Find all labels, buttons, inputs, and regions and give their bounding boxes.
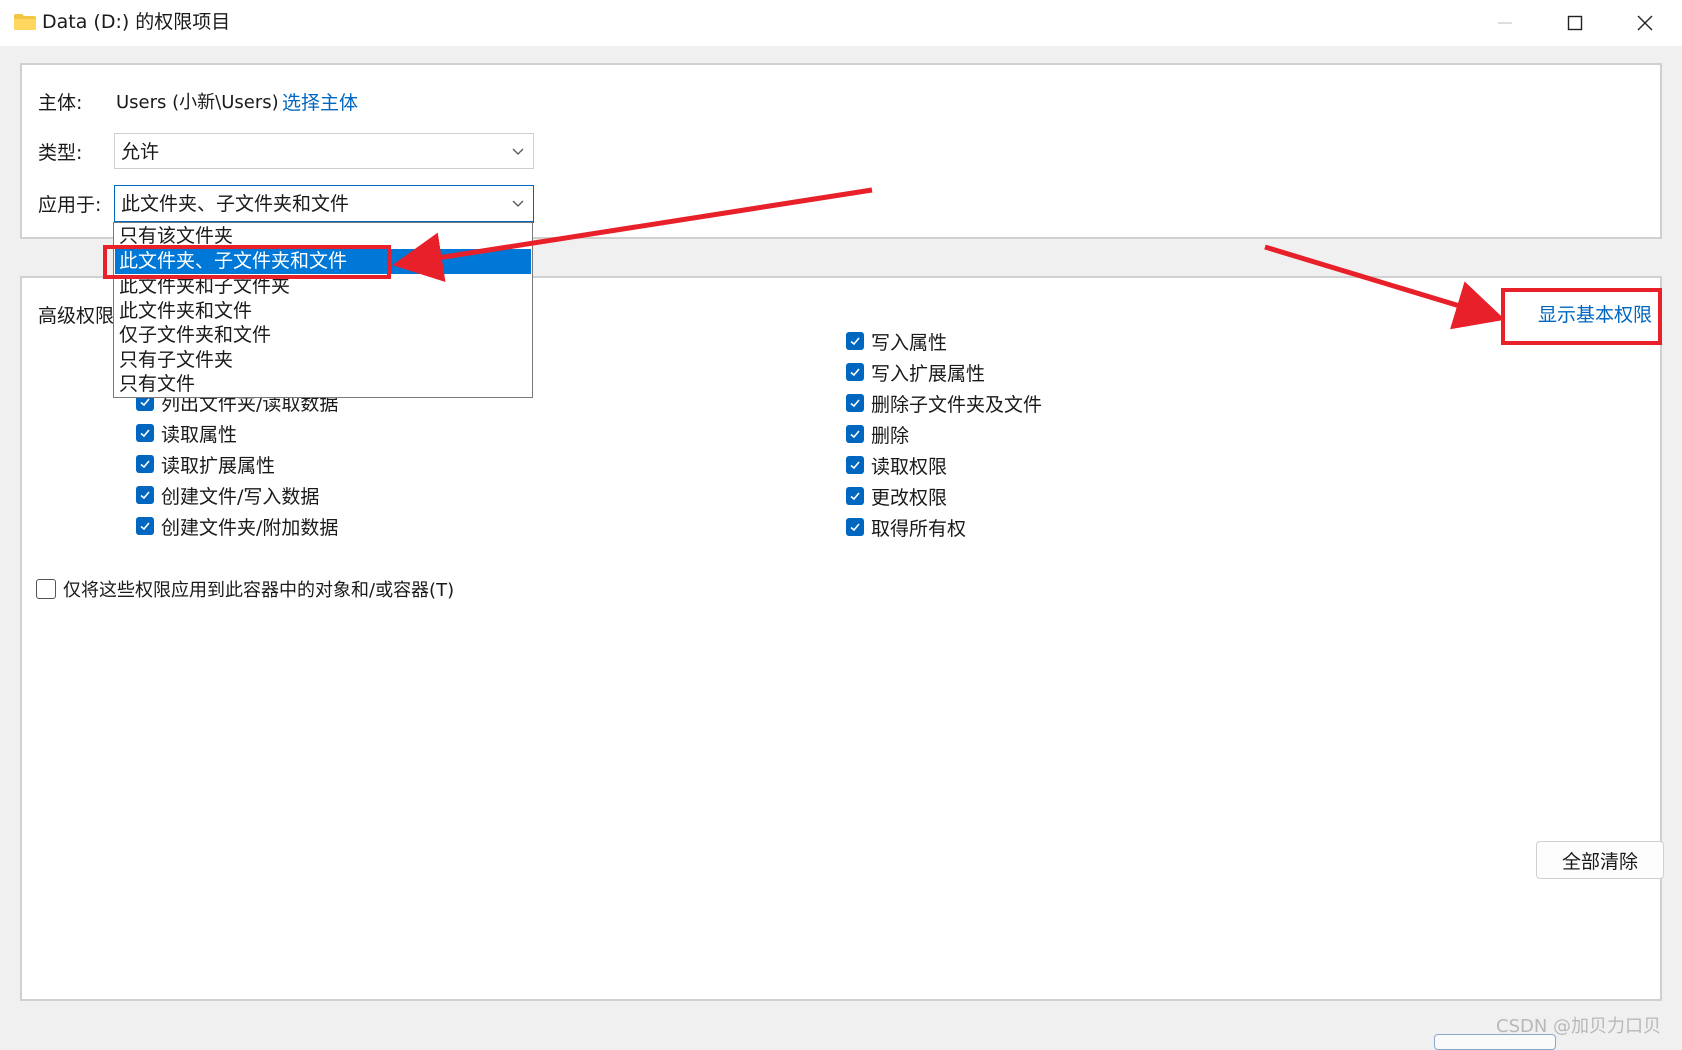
perm-label: 创建文件/写入数据: [161, 485, 320, 508]
checkbox-checked-icon: [846, 425, 864, 443]
perm-label: 更改权限: [871, 486, 948, 509]
dropdown-option[interactable]: 只有文件: [115, 372, 531, 397]
type-select-value: 允许: [121, 141, 160, 163]
apply-to-select-value: 此文件夹、子文件夹和文件: [121, 193, 350, 215]
checkbox-checked-icon: [846, 394, 864, 412]
close-button[interactable]: [1610, 0, 1680, 46]
select-principal-link[interactable]: 选择主体: [282, 91, 358, 115]
apply-only-container-label: 仅将这些权限应用到此容器中的对象和/或容器(T): [63, 580, 455, 601]
apply-to-label: 应用于:: [38, 194, 102, 216]
perm-delete[interactable]: 删除: [846, 421, 909, 447]
checkbox-checked-icon: [136, 486, 154, 504]
perm-label: 取得所有权: [871, 517, 967, 540]
type-select[interactable]: 允许: [114, 133, 534, 169]
close-icon: [1637, 15, 1653, 31]
checkbox-checked-icon: [846, 363, 864, 381]
perm-create-folders-append-data[interactable]: 创建文件夹/附加数据: [136, 513, 338, 539]
dropdown-option[interactable]: 只有子文件夹: [115, 348, 531, 373]
maximize-button[interactable]: [1540, 0, 1610, 46]
checkbox-checked-icon: [846, 332, 864, 350]
apply-to-dropdown-list: 只有该文件夹 此文件夹、子文件夹和文件 此文件夹和子文件夹 此文件夹和文件 仅子…: [113, 222, 533, 398]
show-basic-permissions-link[interactable]: 显示基本权限: [1538, 303, 1652, 327]
type-label: 类型:: [38, 142, 83, 164]
window-title: Data (D:) 的权限项目: [42, 11, 231, 33]
checkbox-checked-icon: [136, 455, 154, 473]
maximize-icon: [1567, 15, 1583, 31]
perm-label: 写入属性: [871, 331, 948, 354]
perm-write-extended-attributes[interactable]: 写入扩展属性: [846, 359, 985, 385]
dropdown-option[interactable]: 此文件夹和文件: [115, 299, 531, 324]
minimize-icon: [1498, 22, 1512, 24]
perm-change-permissions[interactable]: 更改权限: [846, 483, 947, 509]
checkbox-checked-icon: [136, 517, 154, 535]
dropdown-option[interactable]: 此文件夹和子文件夹: [115, 274, 531, 299]
dropdown-option-selected[interactable]: 此文件夹、子文件夹和文件: [115, 249, 531, 274]
chevron-down-icon: [512, 200, 524, 207]
perm-label: 删除子文件夹及文件: [871, 393, 1043, 416]
checkbox-checked-icon: [136, 424, 154, 442]
advanced-permissions-label: 高级权限: [38, 305, 115, 327]
clear-all-button[interactable]: 全部清除: [1536, 841, 1664, 879]
chevron-down-icon: [512, 148, 524, 155]
perm-read-extended-attributes[interactable]: 读取扩展属性: [136, 451, 275, 477]
perm-take-ownership[interactable]: 取得所有权: [846, 514, 966, 540]
perm-label: 读取扩展属性: [161, 454, 276, 477]
watermark: CSDN @加贝力口贝: [1496, 1016, 1662, 1037]
principal-value: Users (小新\Users): [116, 92, 279, 113]
permission-entry-window: Data (D:) 的权限项目 主体: Users (小新\Users) 选择主…: [0, 0, 1682, 1050]
perm-read-permissions[interactable]: 读取权限: [846, 452, 947, 478]
perm-label: 删除: [871, 424, 910, 447]
checkbox-checked-icon: [846, 456, 864, 474]
perm-write-attributes[interactable]: 写入属性: [846, 328, 947, 354]
apply-only-container-checkbox[interactable]: 仅将这些权限应用到此容器中的对象和/或容器(T): [36, 576, 454, 602]
principal-panel: 主体: Users (小新\Users) 选择主体 类型: 允许 应用于: 此文…: [20, 63, 1662, 239]
minimize-button[interactable]: [1470, 0, 1540, 46]
perm-label: 创建文件夹/附加数据: [161, 516, 339, 539]
title-bar: Data (D:) 的权限项目: [0, 0, 1682, 46]
checkbox-checked-icon: [846, 518, 864, 536]
dropdown-option[interactable]: 只有该文件夹: [115, 224, 531, 249]
perm-delete-subfolders-files[interactable]: 删除子文件夹及文件: [846, 390, 1042, 416]
checkbox-unchecked-icon: [36, 579, 56, 599]
perm-create-files-write-data[interactable]: 创建文件/写入数据: [136, 482, 319, 508]
dropdown-option[interactable]: 仅子文件夹和文件: [115, 323, 531, 348]
folder-icon: [14, 14, 36, 30]
checkbox-checked-icon: [846, 487, 864, 505]
perm-label: 写入扩展属性: [871, 362, 986, 385]
perm-label: 读取属性: [161, 423, 238, 446]
principal-label: 主体:: [38, 92, 83, 114]
perm-label: 读取权限: [871, 455, 948, 478]
apply-to-select[interactable]: 此文件夹、子文件夹和文件: [114, 185, 534, 223]
perm-read-attributes[interactable]: 读取属性: [136, 420, 237, 446]
